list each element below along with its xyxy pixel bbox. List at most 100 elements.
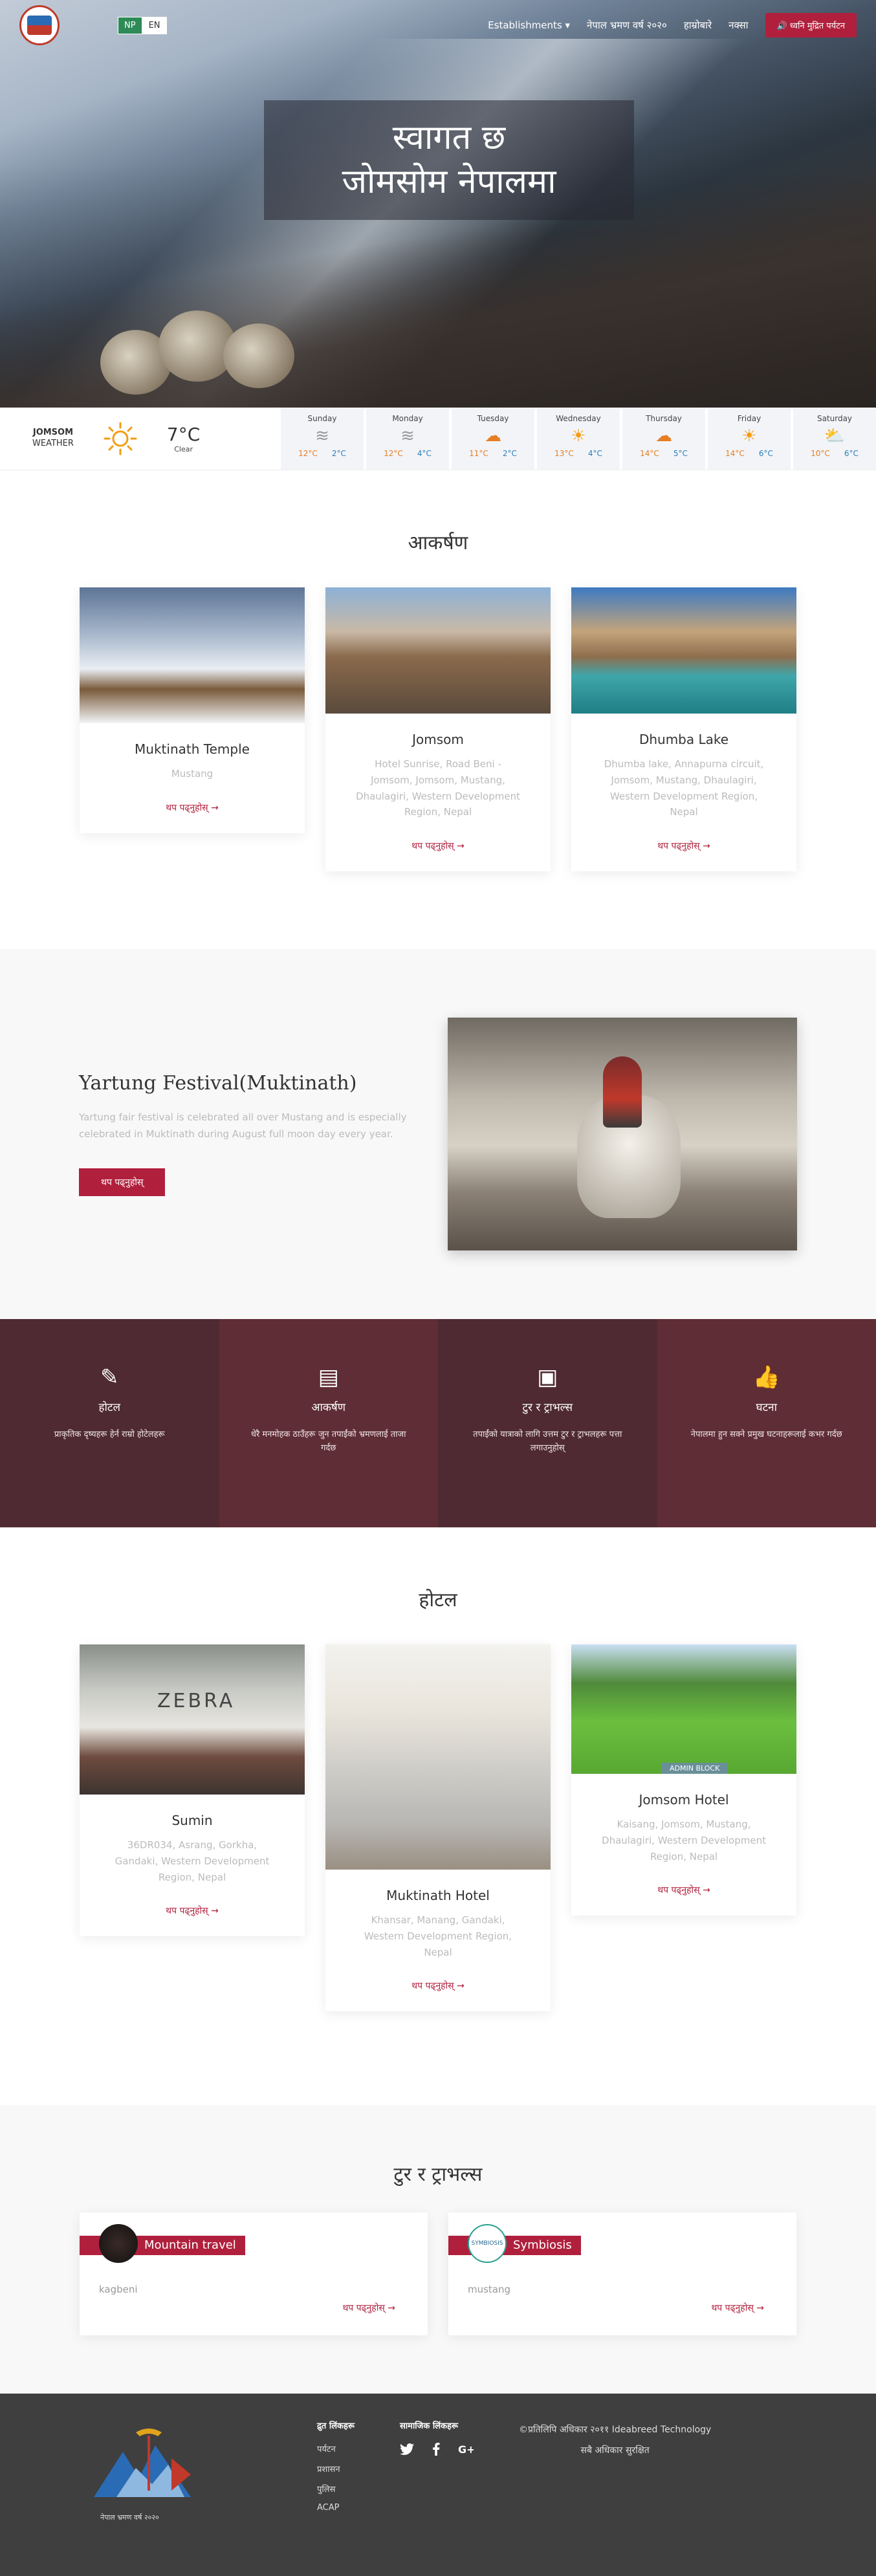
card-title: Dhumba Lake xyxy=(571,732,796,747)
cloudy-sun-icon: ⛅ xyxy=(793,423,876,449)
welcome-line-2: जोमसोम नेपालमा xyxy=(342,160,556,204)
jomsom-hotel-image: ADMIN BLOCK xyxy=(571,1644,796,1774)
menu-about[interactable]: हाम्रोबारे xyxy=(684,19,712,32)
day-name: Tuesday xyxy=(452,414,534,423)
lang-en-button[interactable]: EN xyxy=(142,17,167,34)
language-switcher: NP EN xyxy=(118,17,167,34)
day-low: 4°C xyxy=(417,449,432,458)
facebook-icon[interactable] xyxy=(432,2443,440,2456)
forecast-day: Monday ≋ 12°C4°C xyxy=(364,408,449,470)
day-high: 13°C xyxy=(554,449,574,458)
read-more-link[interactable]: थप पढ्नुहोस् → xyxy=(325,1980,551,1992)
footer-link-admin[interactable]: प्रशासन xyxy=(317,2463,355,2474)
google-plus-icon[interactable]: G+ xyxy=(458,2443,474,2456)
admin-block-sign: ADMIN BLOCK xyxy=(662,1763,727,1774)
day-name: Thursday xyxy=(622,414,705,423)
day-high: 14°C xyxy=(725,449,745,458)
forecast-day: Thursday ☁ 14°C5°C xyxy=(620,408,705,470)
tour-card[interactable]: SYMBIOSIS Symbiosis mustang थप पढ्नुहोस्… xyxy=(448,2212,796,2335)
card-title: Jomsom Hotel xyxy=(571,1792,796,1807)
day-low: 6°C xyxy=(844,449,859,458)
read-more-link[interactable]: थप पढ्नुहोस् → xyxy=(80,1905,305,1917)
card-address: Mustang xyxy=(107,766,278,782)
menu-visit-nepal[interactable]: नेपाल भ्रमण वर्ष २०२० xyxy=(587,19,667,32)
read-more-link[interactable]: थप पढ्नुहोस् → xyxy=(325,840,551,852)
tour-card[interactable]: Mountain travel kagbeni थप पढ्नुहोस् → xyxy=(80,2212,428,2335)
footer-link-police[interactable]: पुलिस xyxy=(317,2483,355,2494)
feature-title: घटना xyxy=(657,1399,876,1414)
attractions-cards: Muktinath Temple Mustang थप पढ्नुहोस् → … xyxy=(0,587,876,871)
audio-tour-button[interactable]: 🔊 ध्वनि मुद्रित पर्यटन xyxy=(765,13,857,38)
footer-link-tourism[interactable]: पर्यटन xyxy=(317,2443,355,2454)
feature-title: टुर र ट्राभल्स xyxy=(438,1399,657,1414)
tour-cards: Mountain travel kagbeni थप पढ्नुहोस् → S… xyxy=(0,2212,876,2335)
tour-avatar xyxy=(99,2224,138,2263)
festival-image xyxy=(448,1018,797,1250)
card-title: Jomsom xyxy=(325,732,551,747)
hero-banner: NP EN Establishments ▾ नेपाल भ्रमण वर्ष … xyxy=(0,0,876,408)
footer: नेपाल भ्रमण वर्ष २०२० द्रुत लिंकहरू पर्य… xyxy=(0,2394,876,2576)
forecast-day: Wednesday ☀ 13°C4°C xyxy=(534,408,620,470)
day-name: Saturday xyxy=(793,414,876,423)
menu-map[interactable]: नक्सा xyxy=(728,19,748,32)
copyright-text: ©प्रतिलिपि अधिकार २०११ Ideabreed Technol… xyxy=(519,2419,711,2440)
visit-nepal-logo xyxy=(87,2419,204,2516)
social-links: सामाजिक लिंकहरू G+ xyxy=(400,2419,474,2576)
image-icon: ▣ xyxy=(438,1364,657,1390)
read-more-link[interactable]: थप पढ्नुहोस् → xyxy=(342,2302,395,2314)
current-desc: Clear xyxy=(167,445,200,453)
forecast-day: Friday ☀ 14°C6°C xyxy=(705,408,791,470)
day-name: Monday xyxy=(366,414,449,423)
card-title: Sumin xyxy=(80,1813,305,1828)
card-address: Khansar, Manang, Gandaki, Western Develo… xyxy=(353,1912,523,1960)
forecast-day: Sunday ≋ 12°C2°C xyxy=(278,408,364,470)
attraction-card[interactable]: Muktinath Temple Mustang थप पढ्नुहोस् → xyxy=(80,587,305,833)
twitter-icon[interactable] xyxy=(400,2443,414,2456)
card-address: 36DR034, Asrang, Gorkha, Gandaki, Wester… xyxy=(107,1837,278,1885)
read-more-link[interactable]: थप पढ्नुहोस् → xyxy=(571,840,796,852)
hotel-card[interactable]: Muktinath Hotel Khansar, Manang, Gandaki… xyxy=(325,1644,551,2011)
sumin-hotel-image: ZEBRA xyxy=(80,1644,305,1795)
card-address: Hotel Sunrise, Road Beni - Jomsom, Jomso… xyxy=(353,756,523,820)
feature-title: होटल xyxy=(0,1399,219,1414)
edit-icon: ✎ xyxy=(0,1364,219,1390)
read-more-link[interactable]: थप पढ्नुहोस् → xyxy=(711,2302,764,2314)
footer-link-acap[interactable]: ACAP xyxy=(317,2503,355,2513)
day-high: 11°C xyxy=(469,449,488,458)
sun-icon xyxy=(103,421,138,456)
tours-title: टुर र ट्राभल्स xyxy=(0,2160,876,2187)
attraction-card[interactable]: Dhumba Lake Dhumba lake, Annapurna circu… xyxy=(571,587,796,871)
svg-text:G+: G+ xyxy=(458,2443,474,2456)
tour-logo-text: SYMBIOSIS xyxy=(472,2240,503,2247)
day-high: 12°C xyxy=(298,449,318,458)
cloudy-icon: ☁ xyxy=(622,423,705,449)
read-more-link[interactable]: थप पढ्नुहोस् → xyxy=(571,1884,796,1896)
welcome-banner: स्वागत छ जोमसोम नेपालमा xyxy=(264,100,634,220)
day-high: 14°C xyxy=(640,449,659,458)
tour-location: mustang xyxy=(468,2284,510,2295)
fog-icon: ≋ xyxy=(366,423,449,449)
site-logo[interactable] xyxy=(19,5,60,45)
hotel-card[interactable]: ADMIN BLOCK Jomsom Hotel Kaisang, Jomsom… xyxy=(571,1644,796,1916)
card-title: Muktinath Temple xyxy=(80,741,305,757)
weather-title: JOMSOM WEATHER xyxy=(32,428,74,450)
feature-hotel: ✎ होटल प्राकृतिक दृष्यहरू हेर्न राम्रो ह… xyxy=(0,1319,219,1527)
rights-text: सबै अधिकार सुरक्षित xyxy=(519,2440,711,2461)
feature-title: आकर्षण xyxy=(219,1399,439,1414)
feature-desc: नेपालमा हुन सक्ने प्रमुख घटनाहरूलाई कभर … xyxy=(686,1428,848,1442)
social-links-title: सामाजिक लिंकहरू xyxy=(400,2419,474,2431)
card-title: Muktinath Hotel xyxy=(325,1888,551,1903)
menu-establishments[interactable]: Establishments ▾ xyxy=(488,19,570,31)
attraction-card[interactable]: Jomsom Hotel Sunrise, Road Beni - Jomsom… xyxy=(325,587,551,871)
hotel-card[interactable]: ZEBRA Sumin 36DR034, Asrang, Gorkha, Gan… xyxy=(80,1644,305,1936)
read-more-link[interactable]: थप पढ्नुहोस् → xyxy=(80,802,305,814)
day-low: 2°C xyxy=(503,449,517,458)
festival-read-more-button[interactable]: थप पढ्नुहोस् xyxy=(79,1168,165,1196)
day-high: 10°C xyxy=(811,449,830,458)
lang-np-button[interactable]: NP xyxy=(118,17,142,34)
feature-events: 👍 घटना नेपालमा हुन सक्ने प्रमुख घटनाहरूल… xyxy=(657,1319,876,1527)
forecast-days: Sunday ≋ 12°C2°C Monday ≋ 12°C4°C Tuesda… xyxy=(278,408,876,470)
sun-icon: ☀ xyxy=(708,423,791,449)
main-menu: Establishments ▾ नेपाल भ्रमण वर्ष २०२० ह… xyxy=(488,13,857,38)
card-icon: ▤ xyxy=(219,1364,439,1390)
